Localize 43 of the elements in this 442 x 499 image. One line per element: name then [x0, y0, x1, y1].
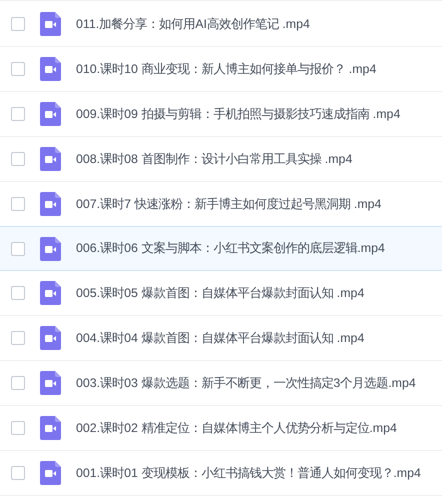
file-name[interactable]: 005.课时05 爆款首图：自媒体平台爆款封面认知 .mp4 — [76, 284, 364, 302]
file-row[interactable]: 010.课时10 商业变现：新人博主如何接单与报价？ .mp4 — [0, 47, 442, 92]
file-name[interactable]: 002.课时02 精准定位：自媒体博主个人优势分析与定位.mp4 — [76, 418, 397, 438]
video-file-icon — [40, 371, 61, 395]
video-file-icon — [40, 102, 61, 126]
file-name[interactable]: 011.加餐分享：如何用AI高效创作笔记 .mp4 — [76, 14, 310, 34]
file-name[interactable]: 006.课时06 文案与脚本：小红书文案创作的底层逻辑.mp4 — [76, 239, 385, 258]
file-row[interactable]: 002.课时02 精准定位：自媒体博主个人优势分析与定位.mp4 — [0, 406, 442, 451]
file-name[interactable]: 009.课时09 拍摄与剪辑：手机拍照与摄影技巧速成指南 .mp4 — [76, 104, 400, 124]
checkbox[interactable] — [11, 242, 25, 256]
checkbox[interactable] — [11, 107, 25, 121]
file-row[interactable]: 009.课时09 拍摄与剪辑：手机拍照与摄影技巧速成指南 .mp4 — [0, 92, 442, 137]
video-file-icon — [40, 326, 61, 350]
checkbox[interactable] — [11, 152, 25, 166]
video-file-icon — [40, 281, 61, 305]
checkbox[interactable] — [11, 17, 25, 31]
checkbox[interactable] — [11, 62, 25, 76]
file-name[interactable]: 008.课时08 首图制作：设计小白常用工具实操 .mp4 — [76, 150, 352, 168]
video-file-icon — [40, 461, 61, 485]
checkbox[interactable] — [11, 466, 25, 480]
checkbox[interactable] — [11, 197, 25, 211]
checkbox[interactable] — [11, 376, 25, 390]
file-name[interactable]: 003.课时03 爆款选题：新手不断更，一次性搞定3个月选题.mp4 — [76, 374, 416, 392]
file-name[interactable]: 010.课时10 商业变现：新人博主如何接单与报价？ .mp4 — [76, 60, 376, 78]
file-row[interactable]: 008.课时08 首图制作：设计小白常用工具实操 .mp4 — [0, 137, 442, 182]
file-name[interactable]: 001.课时01 变现模板：小红书搞钱大赏！普通人如何变现？.mp4 — [76, 464, 421, 482]
file-row[interactable]: 003.课时03 爆款选题：新手不断更，一次性搞定3个月选题.mp4 — [0, 361, 442, 406]
video-file-icon — [40, 57, 61, 81]
video-file-icon — [40, 12, 61, 36]
file-row[interactable]: 004.课时04 爆款首图：自媒体平台爆款封面认知 .mp4 — [0, 316, 442, 361]
file-row[interactable]: 005.课时05 爆款首图：自媒体平台爆款封面认知 .mp4 — [0, 271, 442, 316]
video-file-icon — [40, 416, 61, 440]
checkbox[interactable] — [11, 331, 25, 345]
file-name[interactable]: 004.课时04 爆款首图：自媒体平台爆款封面认知 .mp4 — [76, 328, 364, 348]
file-row[interactable]: 011.加餐分享：如何用AI高效创作笔记 .mp4 — [0, 2, 442, 47]
video-file-icon — [40, 236, 61, 260]
checkbox[interactable] — [11, 286, 25, 300]
file-row[interactable]: 001.课时01 变现模板：小红书搞钱大赏！普通人如何变现？.mp4 — [0, 451, 442, 496]
file-name[interactable]: 007.课时7 快速涨粉：新手博主如何度过起号黑洞期 .mp4 — [76, 194, 382, 214]
file-row[interactable]: 006.课时06 文案与脚本：小红书文案创作的底层逻辑.mp4 — [0, 226, 442, 271]
video-file-icon — [40, 147, 61, 171]
checkbox[interactable] — [11, 421, 25, 435]
video-file-icon — [40, 192, 61, 216]
